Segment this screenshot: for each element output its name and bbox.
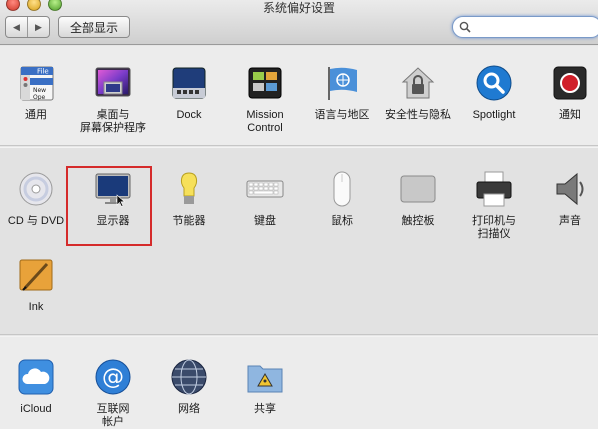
search-icon [459,21,471,33]
pane-label-2: 帐户 [102,416,124,428]
trackpad-icon [399,170,437,208]
pane-security-privacy[interactable]: 安全性与隐私 [378,64,458,144]
pane-label: 触控板 [401,215,435,227]
pane-label: Dock [176,109,202,121]
keyboard-icon [246,170,284,208]
pane-label: iCloud [20,403,52,415]
pane-label: 共享 [254,403,276,415]
pane-trackpad[interactable]: 触控板 [378,170,458,250]
pane-mission-control[interactable]: Mission Control [225,64,305,144]
dock-icon [170,64,208,102]
forward-button[interactable]: ▶ [27,17,49,37]
speaker-icon [551,170,589,208]
pane-label: 语言与地区 [314,109,370,121]
pane-label: 互联网 [96,403,130,415]
pane-mouse[interactable]: 鼠标 [302,170,382,250]
pane-label-2: Control [247,122,283,134]
pane-internet-accounts[interactable]: @ 互联网 帐户 [73,358,153,429]
pane-dock[interactable]: Dock [149,64,229,144]
general-icon-line2: Ope [33,94,46,101]
spotlight-icon [475,64,513,102]
nav-buttons: ◀ ▶ [5,16,50,38]
globe-icon [170,358,208,396]
bulb-icon [170,170,208,208]
pane-label: Spotlight [472,109,516,121]
un-flag-icon [323,64,361,102]
file-window-icon: File New Ope [17,64,55,102]
pane-label: 通知 [559,109,581,121]
printer-icon [475,170,513,208]
pane-desktop[interactable]: 桌面与 屏幕保护程序 [73,64,153,144]
pane-energy-saver[interactable]: 节能器 [149,170,229,250]
search-input[interactable] [452,16,598,38]
pane-label: 安全性与隐私 [385,109,451,121]
pane-sharing[interactable]: 共享 [225,358,305,429]
pane-language-region[interactable]: 语言与地区 [302,64,382,144]
pane-label: Mission [246,109,284,121]
pane-ink[interactable]: Ink [0,256,76,336]
pane-notifications[interactable]: 通知 [530,64,598,144]
title-bar: 系统偏好设置 ◀ ▶ 全部显示 [0,0,598,45]
pane-label: 桌面与 [96,109,130,121]
ink-pen-icon [17,256,55,294]
pane-icloud[interactable]: iCloud [0,358,76,429]
notifications-icon [551,64,589,102]
disc-icon [17,170,55,208]
pane-label: 打印机与 [472,215,516,227]
pane-label: 声音 [559,215,581,227]
general-icon-line1: New [33,87,46,94]
pane-label: Ink [28,301,44,313]
mouse-icon [323,170,361,208]
window-title: 系统偏好设置 [262,1,335,15]
pane-label: 通用 [25,109,47,121]
pane-spotlight[interactable]: Spotlight [454,64,534,144]
back-button[interactable]: ◀ [6,17,27,37]
pane-keyboard[interactable]: 键盘 [225,170,305,250]
pane-label-2: 屏幕保护程序 [80,122,146,134]
house-lock-icon [399,64,437,102]
cloud-icon [17,358,55,396]
desktop-screensaver-icon [94,64,132,102]
pane-sound[interactable]: 声音 [530,170,598,250]
pane-general[interactable]: File New Ope 通用 [0,64,76,144]
general-icon-tab: File [37,68,49,76]
pane-label-2: 扫描仪 [477,228,511,240]
pane-label: 鼠标 [331,215,353,227]
pane-label: 网络 [178,403,200,415]
mission-control-icon [246,64,284,102]
pane-cd-dvd[interactable]: CD 与 DVD [0,170,76,250]
at-icon: @ [94,358,132,396]
pane-network[interactable]: 网络 [149,358,229,429]
highlight-box [66,166,152,246]
sharing-folder-icon [246,358,284,396]
svg-text:@: @ [102,365,124,390]
show-all-button[interactable]: 全部显示 [58,16,130,38]
pane-label: CD 与 DVD [7,215,65,227]
pane-label: 键盘 [254,215,276,227]
pane-printers-scanners[interactable]: 打印机与 扫描仪 [454,170,534,250]
pane-label: 节能器 [172,215,206,227]
